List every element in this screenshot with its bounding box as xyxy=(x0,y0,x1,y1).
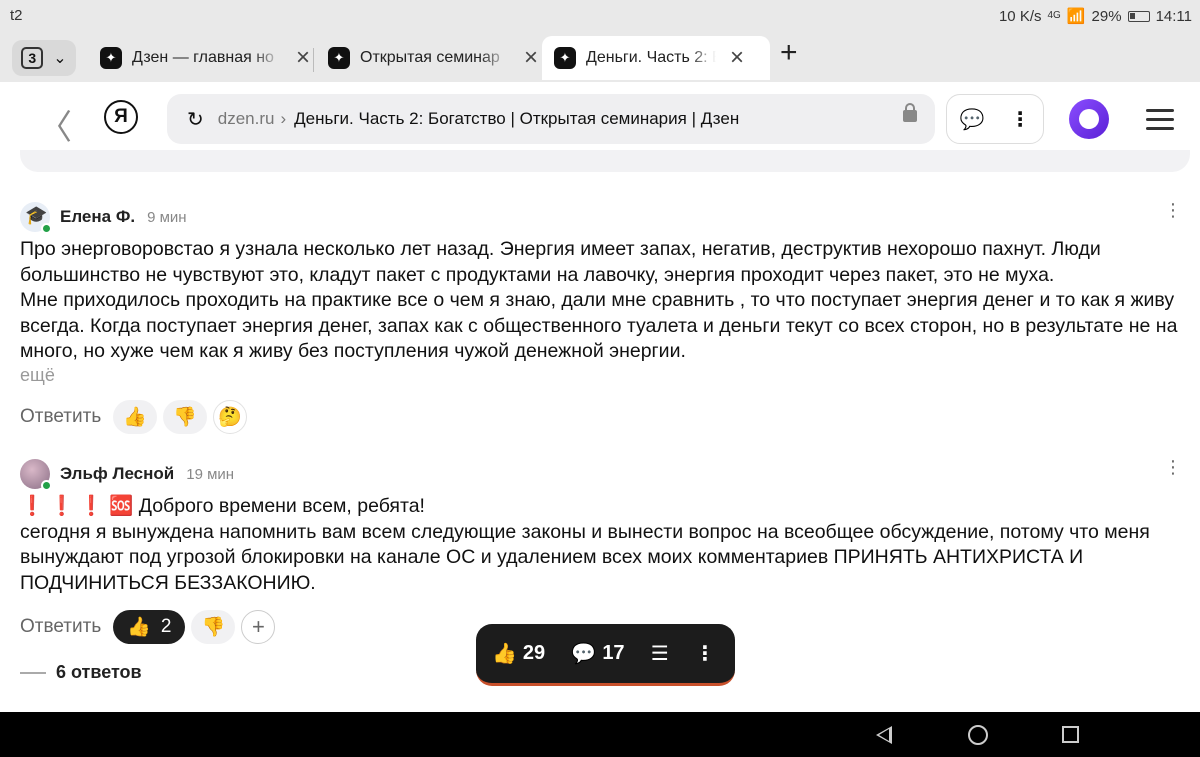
back-arrow-icon[interactable]: 〈 xyxy=(38,100,72,149)
tab-dzen-home[interactable]: ✦ Дзен — главная но × xyxy=(88,36,322,80)
floating-action-bar: 👍 29 💬 17 ☰ ⋮ xyxy=(476,624,735,686)
comment-actions: Ответить 👍 👎 🤔 xyxy=(20,399,1190,434)
comment: Елена Ф. 9 мин ⋮ Про энерговоровстао я у… xyxy=(20,201,1190,434)
thinking-reaction[interactable]: 🤔 xyxy=(213,399,248,434)
more-vertical-icon[interactable]: ⋮ xyxy=(1164,201,1182,219)
reload-icon[interactable]: ↻ xyxy=(187,107,204,132)
network-speed: 10 K/s xyxy=(998,7,1042,25)
page-title: Деньги. Часть 2: Богатство | Открытая се… xyxy=(294,109,740,128)
yandex-home-button[interactable]: Я xyxy=(104,100,138,134)
thinking-face-icon: 🤔 xyxy=(218,406,243,428)
tab-title: Дзен — главная но xyxy=(132,49,274,66)
comment-text: ❗ ❗ ❗ 🆘 Доброго времени всем, ребята! се… xyxy=(20,494,1190,596)
system-navigation-bar xyxy=(0,712,1200,757)
avatar[interactable] xyxy=(20,459,52,491)
comment-time: 9 мин xyxy=(147,208,187,226)
thumbs-up-outline-icon: 👍 xyxy=(492,643,517,665)
close-icon[interactable]: × xyxy=(296,44,310,72)
tab-seminary[interactable]: ✦ Открытая семинар × xyxy=(316,36,550,80)
chevron-down-icon: ⌄ xyxy=(53,50,67,67)
thumbs-down-icon: 👎 xyxy=(201,617,226,638)
comment-count: 17 xyxy=(602,642,625,664)
add-reaction-button[interactable]: + xyxy=(241,610,276,644)
dzen-logo-icon: ✦ xyxy=(328,47,350,69)
online-indicator xyxy=(41,223,52,234)
show-more-link[interactable]: ещё xyxy=(20,365,1190,386)
reaction-count: 2 xyxy=(160,616,172,637)
comment-author[interactable]: Эльф Лесной xyxy=(60,464,174,484)
browser-toolbar: 〈 Я ↻ dzen.ru › Деньги. Часть 2: Богатст… xyxy=(0,82,1200,156)
more-vertical-icon[interactable]: ⋮ xyxy=(695,641,715,666)
online-indicator xyxy=(41,480,52,491)
address-bar[interactable]: ↻ dzen.ru › Деньги. Часть 2: Богатство |… xyxy=(167,94,935,144)
thumbs-down-reaction[interactable]: 👎 xyxy=(191,610,236,644)
new-tab-button[interactable]: + xyxy=(780,36,798,70)
plus-icon: + xyxy=(252,614,265,639)
recent-apps-icon[interactable] xyxy=(1062,726,1079,743)
table-of-contents-icon[interactable]: ☰ xyxy=(651,641,669,666)
status-bar: t2 10 K/s 4G 📶 29% 14:11 xyxy=(0,0,1200,32)
battery-icon xyxy=(1127,10,1150,22)
tab-count: 3 xyxy=(21,47,44,69)
carrier-label: t2 xyxy=(10,7,23,24)
dzen-logo-icon: ✦ xyxy=(554,47,576,69)
comment-header: Эльф Лесной 19 мин xyxy=(20,459,1190,491)
url-domain: dzen.ru xyxy=(217,109,275,128)
divider-line xyxy=(20,671,46,674)
reply-button[interactable]: Ответить xyxy=(20,406,101,428)
tab-bar: 3 ⌄ ✦ Дзен — главная но × ✦ Открытая сем… xyxy=(0,32,1200,82)
clock: 14:11 xyxy=(1155,7,1192,25)
home-circle-icon[interactable] xyxy=(968,725,988,745)
battery-percent: 29% xyxy=(1091,7,1122,25)
more-vertical-icon[interactable]: ⋮ xyxy=(1010,107,1030,132)
chat-quote-icon[interactable]: 💬 xyxy=(960,107,985,132)
tab-switcher-button[interactable]: 3 ⌄ xyxy=(12,40,76,76)
alice-assistant-icon[interactable] xyxy=(1069,99,1109,139)
tab-title: Деньги. Часть 2: Б xyxy=(586,49,716,66)
chevron-right-icon: › xyxy=(280,109,287,128)
comment-bubble-icon: 💬 xyxy=(571,643,597,665)
close-icon[interactable]: × xyxy=(524,44,538,72)
tab-divider xyxy=(313,48,314,72)
thumbs-down-reaction[interactable]: 👎 xyxy=(163,399,208,434)
like-button[interactable]: 👍 29 xyxy=(492,641,545,666)
thumbs-up-reaction[interactable]: 👍 2 xyxy=(113,610,186,644)
thumbs-up-icon: 👍 xyxy=(123,406,148,428)
reply-button[interactable]: Ответить xyxy=(20,616,101,638)
lock-icon[interactable] xyxy=(903,103,917,122)
comment-paragraph: Мне приходилось проходить на практике вс… xyxy=(20,289,1178,362)
page-actions: 💬 ⋮ xyxy=(946,94,1044,144)
status-right: 10 K/s 4G 📶 29% 14:11 xyxy=(998,7,1192,26)
comments-button[interactable]: 💬 17 xyxy=(571,641,624,666)
previous-content-box xyxy=(20,150,1190,172)
avatar[interactable] xyxy=(20,202,52,234)
comment-paragraph: ❗ ❗ ❗ 🆘 Доброго времени всем, ребята! xyxy=(20,495,425,517)
comment-header: Елена Ф. 9 мин xyxy=(20,202,1190,234)
comment-paragraph: Про энерговоровстао я узнала несколько л… xyxy=(20,238,1101,286)
network-type: 4G xyxy=(1047,10,1061,21)
comment-time: 19 мин xyxy=(186,465,235,483)
like-count: 29 xyxy=(522,642,546,664)
tab-money-part2[interactable]: ✦ Деньги. Часть 2: Б × xyxy=(542,36,770,80)
hamburger-menu-icon[interactable] xyxy=(1146,109,1174,136)
replies-count: 6 ответов xyxy=(56,662,142,682)
comment-paragraph: сегодня я вынуждена напомнить вам всем с… xyxy=(20,520,1150,594)
close-icon[interactable]: × xyxy=(730,44,744,72)
signal-icon: 📶 xyxy=(1066,8,1086,25)
tab-title: Открытая семинар xyxy=(360,49,500,66)
thumbs-up-icon: 👍 xyxy=(127,617,151,638)
back-triangle-icon[interactable] xyxy=(876,726,892,744)
comment-author[interactable]: Елена Ф. xyxy=(60,207,135,227)
comment-text: Про энерговоровстао я узнала несколько л… xyxy=(20,237,1190,365)
more-vertical-icon[interactable]: ⋮ xyxy=(1164,458,1182,476)
dzen-logo-icon: ✦ xyxy=(100,47,122,69)
thumbs-up-reaction[interactable]: 👍 xyxy=(113,399,158,434)
thumbs-down-icon: 👎 xyxy=(173,406,198,428)
